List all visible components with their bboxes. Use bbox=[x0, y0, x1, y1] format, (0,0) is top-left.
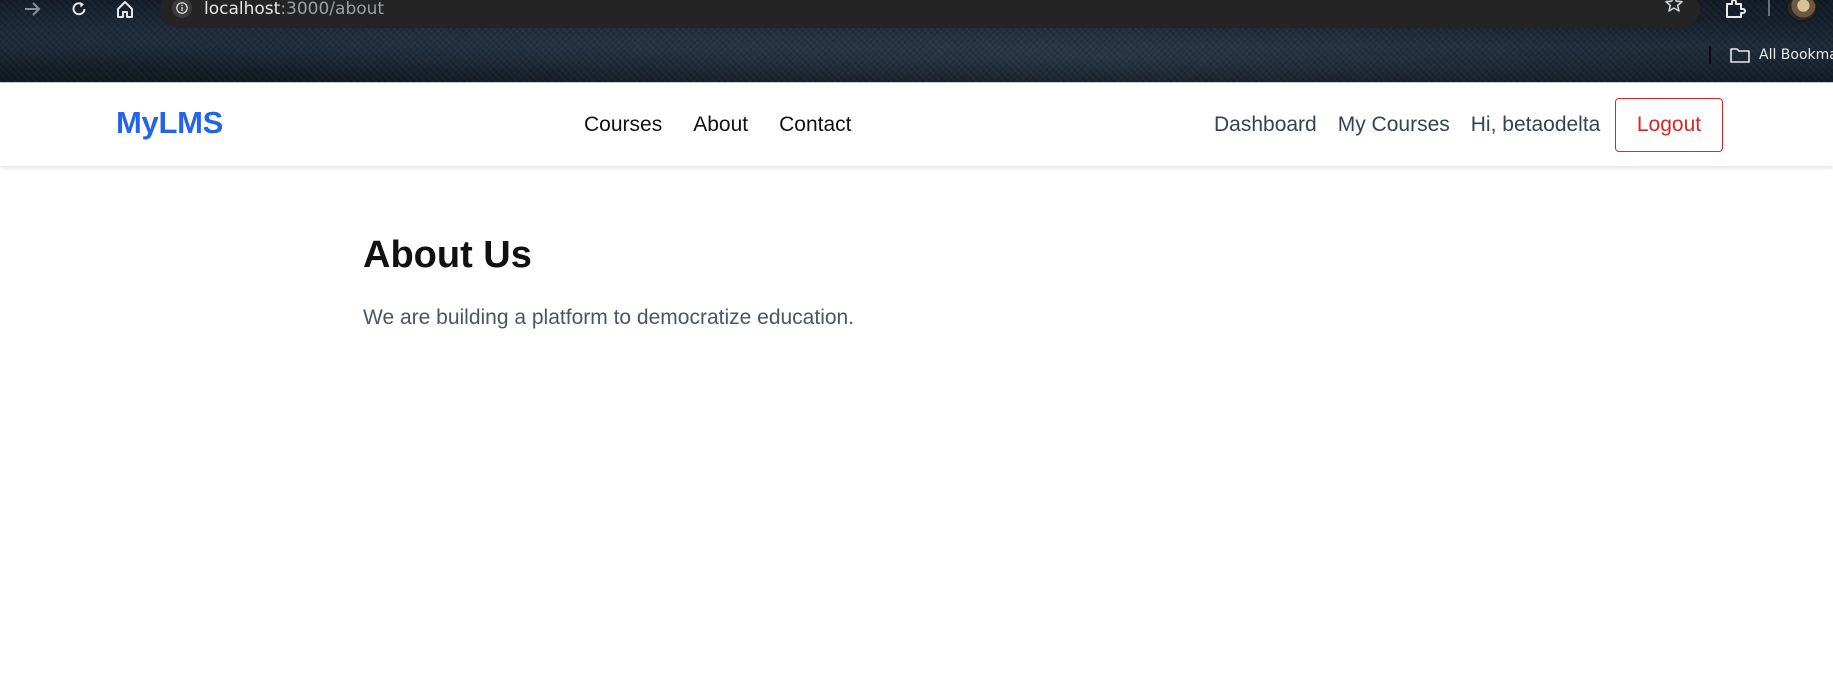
forward-icon[interactable] bbox=[20, 0, 46, 18]
browser-chrome: localhost:3000/about All Bookmarks bbox=[0, 0, 1833, 82]
info-icon[interactable] bbox=[172, 0, 192, 18]
main-nav: Courses About Contact bbox=[584, 113, 851, 137]
bookmarks-separator bbox=[1709, 46, 1711, 64]
brand-logo[interactable]: MyLMS bbox=[116, 105, 223, 141]
all-bookmarks-link[interactable]: All Bookmarks bbox=[1759, 47, 1833, 63]
nav-courses-link[interactable]: Courses bbox=[584, 113, 662, 137]
bookmarks-bar: All Bookmarks bbox=[1709, 40, 1833, 70]
user-greeting: Hi, betaodelta bbox=[1470, 113, 1601, 136]
page-description: We are building a platform to democratiz… bbox=[363, 306, 855, 329]
address-bar[interactable]: localhost:3000/about bbox=[160, 0, 1700, 28]
extensions-icon[interactable] bbox=[1724, 0, 1746, 23]
user-nav: Dashboard My Courses Hi, betaodelta bbox=[1214, 113, 1600, 137]
star-icon[interactable] bbox=[1664, 0, 1684, 19]
my-courses-link[interactable]: My Courses bbox=[1338, 113, 1450, 137]
toolbar-separator bbox=[1768, 0, 1770, 16]
logout-button[interactable]: Logout bbox=[1615, 98, 1723, 152]
url-host: localhost bbox=[204, 0, 281, 19]
reload-icon[interactable] bbox=[66, 0, 92, 18]
main-content: About Us We are building a platform to d… bbox=[0, 166, 1833, 691]
profile-avatar[interactable] bbox=[1786, 0, 1818, 22]
url-path: :3000/about bbox=[280, 0, 385, 19]
home-icon[interactable] bbox=[112, 0, 138, 18]
browser-toolbar: localhost:3000/about bbox=[0, 0, 1833, 28]
folder-icon bbox=[1729, 46, 1751, 64]
page-title: About Us bbox=[363, 234, 532, 276]
site-header: MyLMS Courses About Contact Dashboard My… bbox=[0, 82, 1833, 166]
url-text[interactable]: localhost:3000/about bbox=[204, 0, 384, 18]
dashboard-link[interactable]: Dashboard bbox=[1214, 113, 1317, 137]
nav-about-link[interactable]: About bbox=[693, 113, 748, 137]
nav-contact-link[interactable]: Contact bbox=[779, 113, 851, 137]
